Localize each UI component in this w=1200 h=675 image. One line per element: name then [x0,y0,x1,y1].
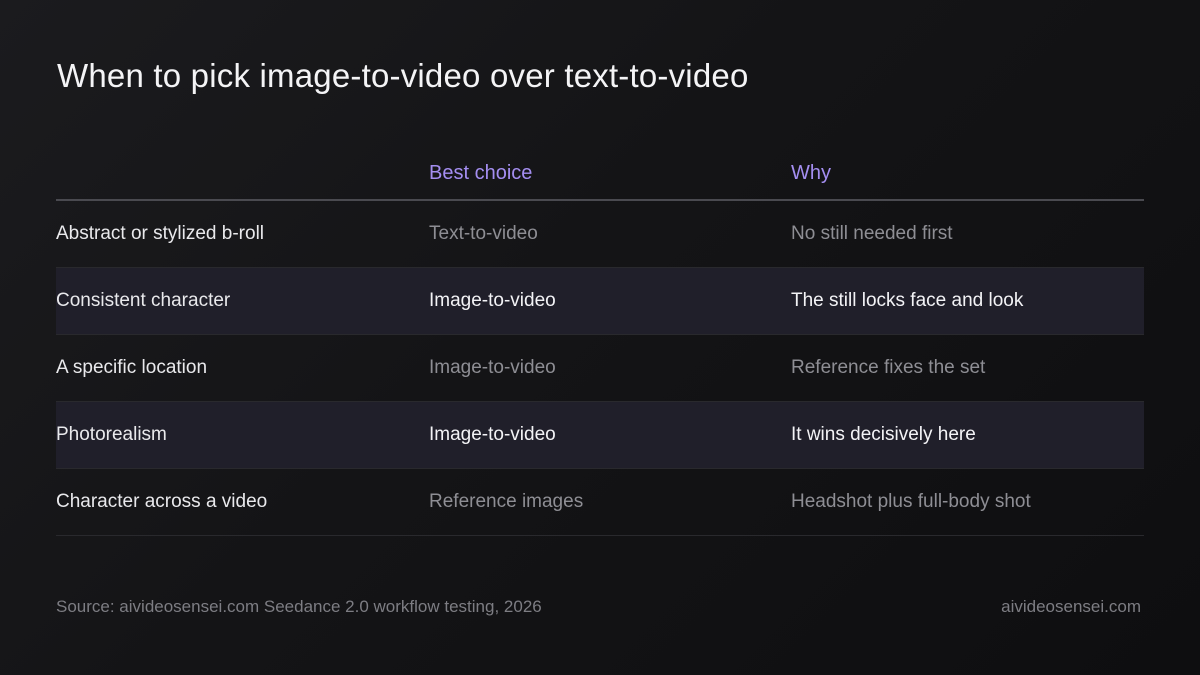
row-why: No still needed first [791,223,953,244]
header-best-choice: Best choice [429,162,533,184]
row-why: It wins decisively here [791,424,976,445]
row-label: Photorealism [56,424,167,445]
row-label: Consistent character [56,290,231,311]
table-row: Abstract or stylized b-roll Text-to-vide… [56,201,1144,268]
row-label: A specific location [56,357,208,378]
header-why: Why [791,162,831,184]
row-why: The still locks face and look [791,290,1024,311]
page-title: When to pick image-to-video over text-to… [57,57,749,94]
table-header: Best choice Why [56,148,1144,201]
table-row: A specific location Image-to-video Refer… [56,335,1144,402]
row-best-choice: Image-to-video [429,357,556,378]
table-row: Character across a video Reference image… [56,469,1144,536]
row-why: Headshot plus full-body shot [791,491,1031,512]
row-why: Reference fixes the set [791,357,986,378]
table-row: Consistent character Image-to-video The … [56,268,1144,335]
row-best-choice: Image-to-video [429,290,556,311]
row-best-choice: Text-to-video [429,223,538,244]
site-credit: aivideosensei.com [1001,597,1141,616]
row-label: Character across a video [56,491,268,512]
row-label: Abstract or stylized b-roll [56,223,265,244]
source-note: Source: aivideosensei.com Seedance 2.0 w… [56,597,542,616]
comparison-table: Best choice Why Abstract or stylized b-r… [56,148,1144,536]
row-best-choice: Reference images [429,491,584,512]
table-row: Photorealism Image-to-video It wins deci… [56,402,1144,469]
row-best-choice: Image-to-video [429,424,556,445]
